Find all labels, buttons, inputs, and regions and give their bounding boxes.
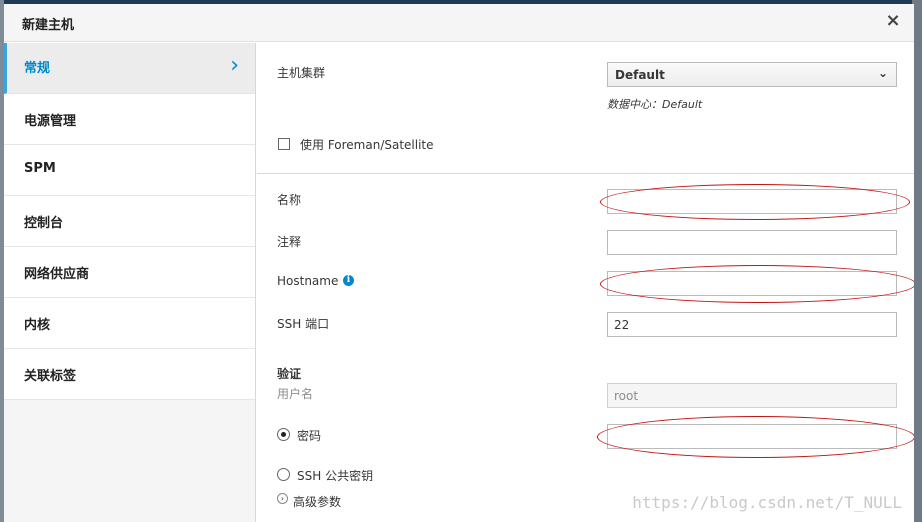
host-cluster-label: 主机集群 — [277, 66, 326, 80]
section-divider — [257, 173, 914, 174]
info-icon[interactable]: i — [343, 275, 354, 286]
sidebar-item-general[interactable]: 常规 › — [4, 43, 255, 94]
sidebar: 常规 › 电源管理 SPM 控制台 网络供应商 内核 关联标签 — [4, 43, 256, 522]
sidebar-item-label: 电源管理 — [24, 114, 77, 129]
close-button[interactable]: × — [884, 11, 902, 31]
watermark: https://blog.csdn.net/T_NULL — [632, 493, 902, 512]
ssh-port-label: SSH 端口 — [277, 317, 330, 331]
ssh-port-input[interactable] — [607, 312, 897, 337]
dialog-title: 新建主机 — [22, 18, 75, 33]
comment-input[interactable] — [607, 230, 897, 255]
ssh-key-radio[interactable] — [277, 468, 290, 481]
sidebar-item-spm[interactable]: SPM — [4, 145, 255, 196]
foreman-checkbox[interactable] — [278, 138, 290, 150]
password-input[interactable] — [607, 424, 897, 449]
expand-icon[interactable]: › — [277, 493, 288, 504]
username-label: 用户名 — [277, 387, 314, 401]
name-label: 名称 — [277, 193, 302, 207]
sidebar-item-label: 控制台 — [24, 216, 64, 231]
advanced-parameters-toggle[interactable]: 高级参数 — [293, 493, 341, 510]
new-host-dialog: 新建主机 × 常规 › 电源管理 SPM 控制台 网络供应商 内核 关联标签 主… — [4, 4, 914, 522]
sidebar-item-label: SPM — [24, 161, 56, 176]
auth-heading: 验证 — [277, 367, 302, 381]
sidebar-item-kernel[interactable]: 内核 — [4, 298, 255, 349]
general-form: 主机集群 Default ⌄ 数据中心：Default 使用 Foreman/S… — [257, 43, 914, 522]
dialog-header: 新建主机 × — [4, 4, 914, 42]
sidebar-item-affinity-labels[interactable]: 关联标签 — [4, 349, 255, 400]
username-input[interactable] — [607, 383, 897, 408]
name-input[interactable] — [607, 189, 897, 214]
hostname-label: Hostname — [277, 274, 339, 288]
hostname-input[interactable] — [607, 271, 897, 296]
sidebar-item-power-management[interactable]: 电源管理 — [4, 94, 255, 145]
chevron-down-icon: ⌄ — [877, 66, 888, 80]
password-label: 密码 — [297, 429, 322, 443]
datacenter-hint: 数据中心：Default — [607, 98, 703, 111]
sidebar-item-label: 内核 — [24, 318, 51, 333]
foreman-label: 使用 Foreman/Satellite — [300, 138, 434, 152]
password-radio[interactable] — [277, 428, 290, 441]
sidebar-item-label: 常规 — [24, 61, 51, 76]
sidebar-item-label: 关联标签 — [24, 369, 77, 384]
sidebar-item-label: 网络供应商 — [24, 267, 90, 282]
sidebar-filler — [4, 400, 255, 522]
host-cluster-select[interactable]: Default ⌄ — [607, 62, 897, 87]
sidebar-item-console[interactable]: 控制台 — [4, 196, 255, 247]
comment-label: 注释 — [277, 235, 302, 249]
sidebar-item-network-provider[interactable]: 网络供应商 — [4, 247, 255, 298]
ssh-key-label: SSH 公共密钥 — [297, 469, 374, 483]
chevron-right-icon: › — [230, 53, 239, 78]
host-cluster-value: Default — [615, 68, 665, 82]
